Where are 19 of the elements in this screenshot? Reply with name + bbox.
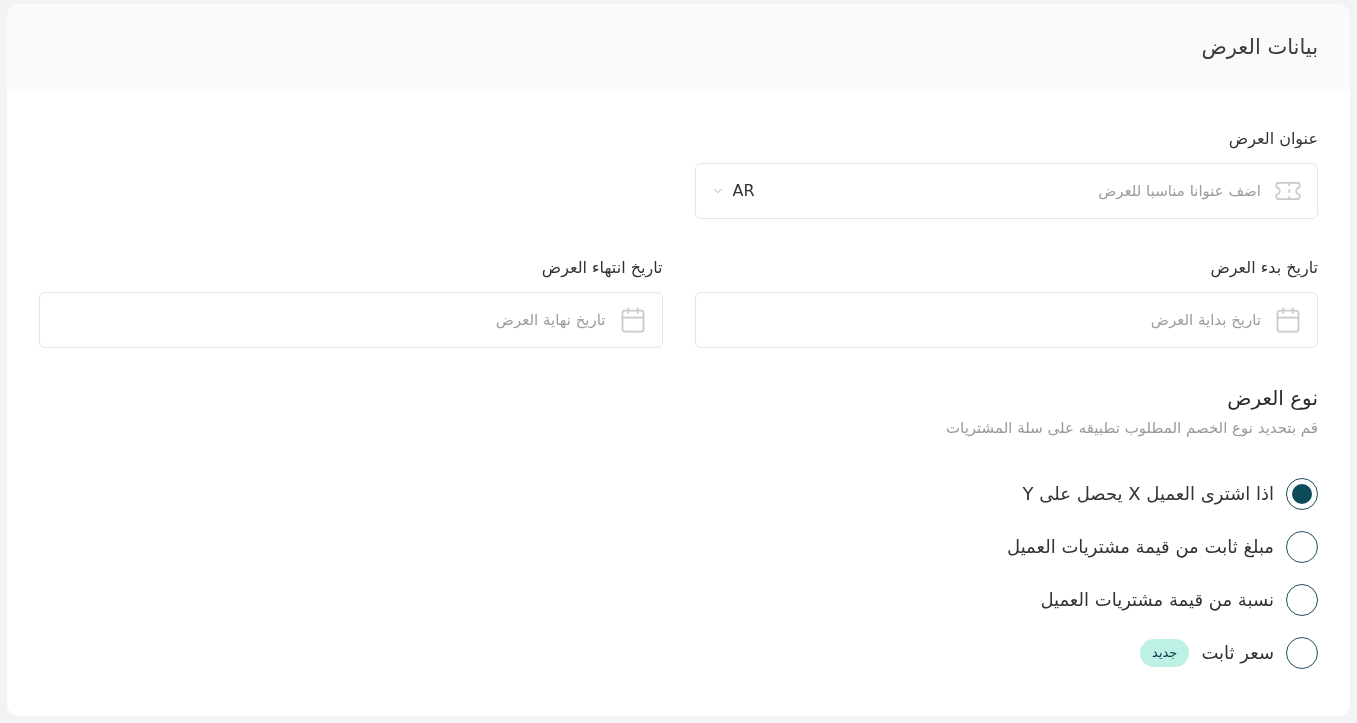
- section-description: قم بتحديد نوع الخصم المطلوب تطبيقه على سلة المشتريات: [945, 418, 1318, 439]
- calendar-icon: [1274, 306, 1302, 334]
- field-label: تاريخ بدء العرض: [1210, 257, 1318, 280]
- language-select[interactable]: AR: [710, 179, 755, 203]
- card-title: بيانات العرض: [1201, 33, 1318, 61]
- option-label: سعر ثابت: [1201, 641, 1274, 666]
- radio-button[interactable]: [1286, 531, 1318, 563]
- field-label: عنوان العرض: [1228, 128, 1318, 151]
- option-label: اذا اشترى العميل X يحصل على Y: [1022, 482, 1274, 507]
- date-field[interactable]: تاريخ بداية العرض: [694, 292, 1318, 348]
- date-field[interactable]: تاريخ نهاية العرض: [39, 292, 663, 348]
- radio-button[interactable]: [1286, 637, 1318, 669]
- option-label: مبلغ ثابت من قيمة مشتريات العميل: [1007, 535, 1274, 560]
- new-badge: جديد: [1140, 639, 1190, 667]
- option-label: نسبة من قيمة مشتريات العميل: [1040, 588, 1274, 613]
- field-label: تاريخ انتهاء العرض: [541, 257, 663, 280]
- section-title: نوع العرض: [1227, 385, 1318, 412]
- radio-button[interactable]: [1286, 478, 1318, 510]
- radio-button[interactable]: [1286, 584, 1318, 616]
